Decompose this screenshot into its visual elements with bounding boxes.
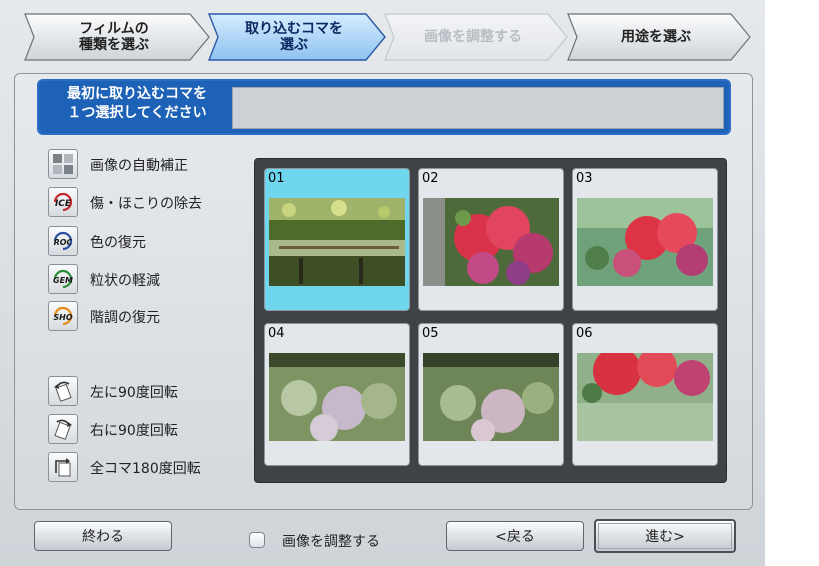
instruction-bar: 最初に取り込むコマを １つ選択してください [37,79,731,135]
frame-image [577,198,713,286]
tool-label: 右に90度回転 [90,423,178,439]
rotate-180-button[interactable]: 全コマ180度回転 [48,452,248,484]
frame-thumbnail[interactable]: 04 [264,323,410,466]
tool-ice[interactable]: ICE 傷・ほこりの除去 [48,187,248,219]
tool-gem[interactable]: GEM 粒状の軽減 [48,264,248,296]
frame-number: 01 [268,171,285,186]
scanner-wizard-window: フィルムの 種類を選ぶ 取り込むコマを 選ぶ 画像を調整する 用途を選ぶ 最初に… [0,0,765,566]
tool-label: 階調の復元 [90,310,160,326]
sho-icon: SHO [48,301,78,331]
rotate-180-icon [48,452,78,482]
frame-thumbnail[interactable]: 05 [418,323,564,466]
rotate-left-button[interactable]: 左に90度回転 [48,376,248,408]
frame-thumbnail[interactable]: 03 [572,168,718,311]
step-label: 画像を調整する [424,29,522,45]
frame-thumbnail[interactable]: 01 [264,168,410,311]
tool-label: 左に90度回転 [90,385,178,401]
sho-badge-text: SHO [53,313,72,322]
tool-roc[interactable]: ROC 色の復元 [48,226,248,258]
tool-label: 粒状の軽減 [90,273,160,289]
adjust-image-option[interactable]: 画像を調整する [249,529,429,550]
adjust-image-checkbox[interactable] [249,532,265,548]
step-adjust-image: 画像を調整する [384,13,568,61]
adjust-image-label: 画像を調整する [282,534,380,550]
tool-auto-correct[interactable]: 画像の自動補正 [48,149,248,181]
main-panel: 最初に取り込むコマを １つ選択してください 画像の自動補正 ICE 傷・ほこりの… [14,73,753,510]
gem-icon: GEM [48,264,78,294]
frame-thumbnail[interactable]: 02 [418,168,564,311]
step-select-usage[interactable]: 用途を選ぶ [567,13,751,61]
frame-image [577,353,713,441]
rotate-right-button[interactable]: 右に90度回転 [48,414,248,446]
frame-image [423,353,559,441]
instruction-text: 最初に取り込むコマを １つ選択してください [67,86,207,121]
frame-number: 02 [422,171,439,186]
frame-number: 05 [422,326,439,341]
tool-sho[interactable]: SHO 階調の復元 [48,301,248,333]
next-button[interactable]: 進む> [594,519,736,553]
status-display [232,87,724,129]
frame-number: 04 [268,326,285,341]
back-button[interactable]: <戻る [446,521,584,551]
roc-icon: ROC [48,226,78,256]
exit-button[interactable]: 終わる [34,521,172,551]
rotate-left-icon [48,376,78,406]
step-label: フィルムの 種類を選ぶ [79,21,149,53]
frame-thumbnail[interactable]: 06 [572,323,718,466]
step-select-frame[interactable]: 取り込むコマを 選ぶ [208,13,386,61]
frame-image [269,198,405,286]
frame-number: 06 [576,326,593,341]
tool-label: 傷・ほこりの除去 [90,196,202,212]
rotate-right-icon [48,414,78,444]
step-film-type[interactable]: フィルムの 種類を選ぶ [24,13,210,61]
tool-label: 色の復元 [90,235,146,251]
step-label: 取り込むコマを 選ぶ [245,21,343,53]
frame-image [269,353,405,441]
auto-correct-icon [48,149,78,179]
frame-number: 03 [576,171,593,186]
tool-label: 画像の自動補正 [90,158,188,174]
ice-icon: ICE [48,187,78,217]
tool-label: 全コマ180度回転 [90,461,201,477]
frame-grid: 01 02 03 04 05 06 [254,158,727,483]
roc-badge-text: ROC [54,238,73,247]
gem-badge-text: GEM [53,276,73,285]
ice-badge-text: ICE [55,199,72,209]
frame-image [423,198,559,286]
step-label: 用途を選ぶ [621,29,691,45]
